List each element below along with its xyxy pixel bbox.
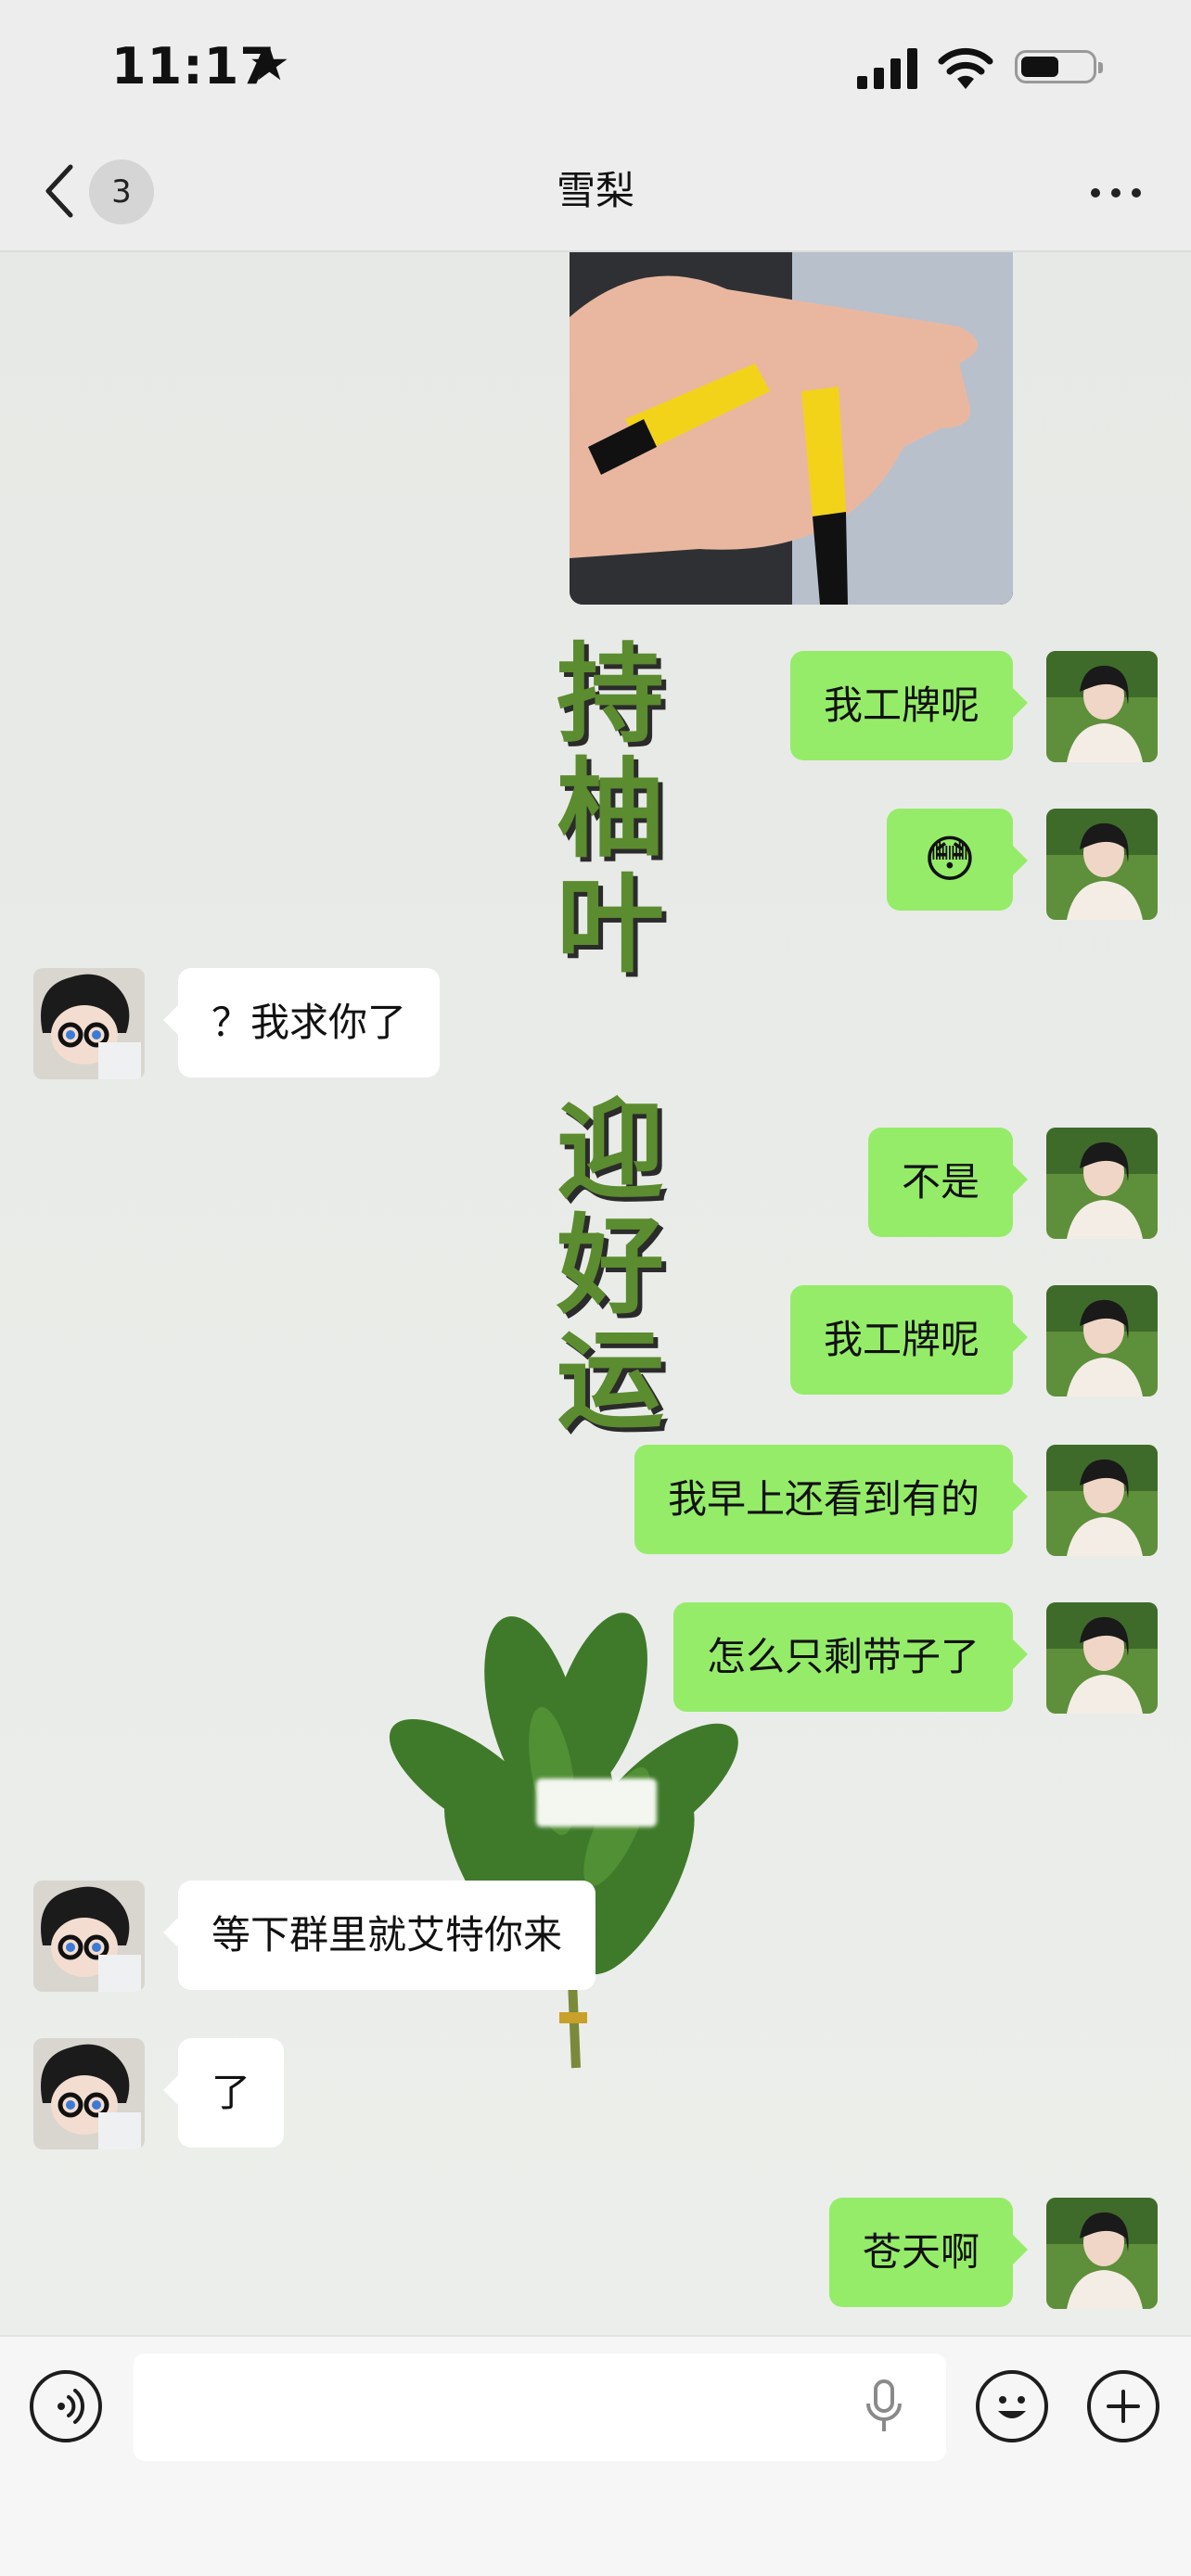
their-message-bubble[interactable]: 等下群里就艾特你来	[162, 1881, 596, 1990]
my-avatar[interactable]	[1046, 2198, 1158, 2309]
unread-count-badge[interactable]: 3	[89, 159, 154, 224]
battery-icon	[1015, 50, 1103, 83]
my-message-bubble[interactable]: 😳	[886, 809, 1029, 911]
my-message-bubble[interactable]: 苍天啊	[828, 2198, 1029, 2307]
image-message[interactable]	[570, 252, 1013, 605]
nav-bar	[0, 139, 1191, 252]
decor-char: 持	[557, 632, 664, 758]
plus-icon	[1107, 2390, 1140, 2423]
contact-avatar[interactable]	[33, 968, 145, 1079]
contact-avatar[interactable]	[33, 2038, 145, 2149]
decor-char: 好	[557, 1204, 664, 1329]
decor-char: 叶	[557, 862, 664, 988]
my-avatar[interactable]	[1046, 1445, 1158, 1556]
smiley-icon	[998, 2396, 1026, 2418]
voice-input-button[interactable]	[30, 2370, 102, 2442]
my-avatar[interactable]	[1046, 1602, 1158, 1714]
cellular-signal-icon	[857, 48, 917, 89]
my-avatar[interactable]	[1046, 1128, 1158, 1239]
my-avatar[interactable]	[1046, 651, 1158, 762]
my-avatar[interactable]	[1046, 1285, 1158, 1396]
decor-char: 运	[557, 1319, 664, 1444]
blurred-sticker-label	[536, 1779, 657, 1827]
more-options-icon[interactable]	[1091, 182, 1141, 200]
wifi-icon	[938, 47, 993, 89]
their-message-bubble[interactable]: ？我求你了	[162, 968, 441, 1078]
microphone-icon[interactable]	[861, 2378, 907, 2437]
my-message-bubble[interactable]: 不是	[867, 1128, 1029, 1237]
badge-lanyard-photo	[570, 252, 1013, 605]
emoji-button[interactable]	[976, 2370, 1048, 2442]
contact-avatar[interactable]	[33, 1881, 145, 1992]
more-features-button[interactable]	[1087, 2370, 1159, 2442]
my-avatar[interactable]	[1046, 809, 1158, 920]
decor-char: 柚	[557, 747, 664, 873]
star-icon: ★	[249, 37, 290, 91]
decor-text-block-1: 持 柚 叶	[545, 638, 675, 983]
decor-text-block-2: 迎 好 运	[545, 1094, 675, 1439]
decor-char: 迎	[557, 1089, 664, 1214]
my-message-bubble[interactable]: 我工牌呢	[789, 651, 1029, 760]
voice-wave-icon	[58, 2389, 85, 2424]
my-message-bubble[interactable]: 我早上还看到有的	[634, 1445, 1029, 1554]
my-message-bubble[interactable]: 我工牌呢	[789, 1285, 1029, 1395]
message-input[interactable]	[134, 2353, 946, 2461]
back-chevron-icon[interactable]	[41, 163, 78, 219]
my-message-bubble[interactable]: 怎么只剩带子了	[672, 1602, 1029, 1712]
their-message-bubble[interactable]: 了	[162, 2038, 285, 2148]
